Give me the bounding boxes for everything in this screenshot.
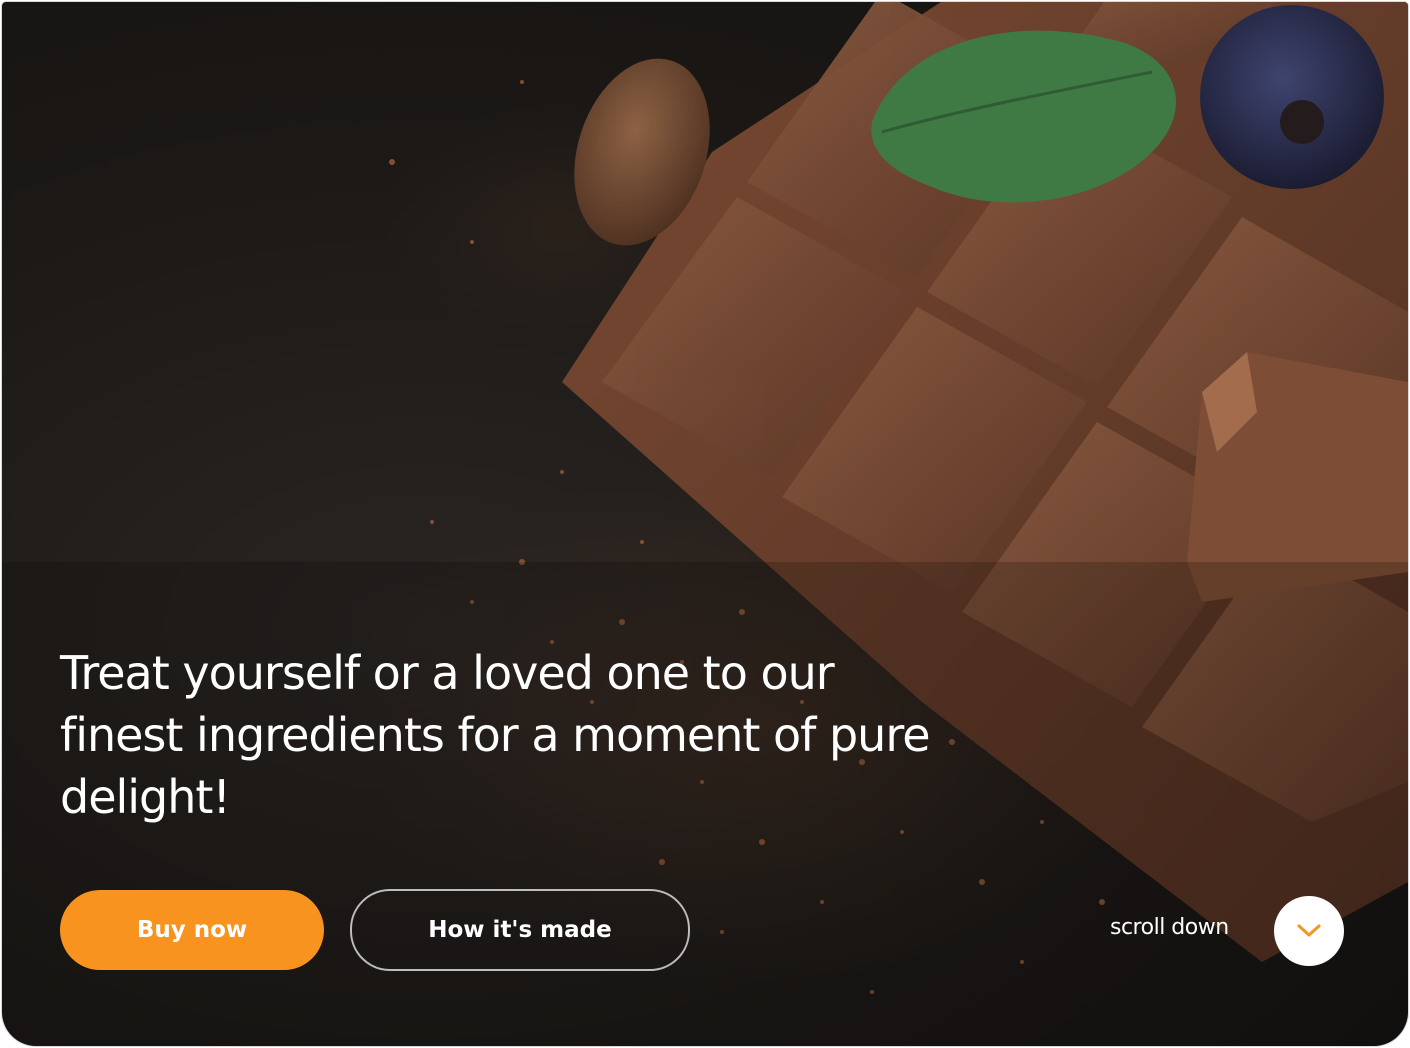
scroll-down-button[interactable] [1274,896,1344,966]
how-its-made-button[interactable]: How it's made [350,889,690,971]
scroll-down-label: scroll down [1110,915,1229,940]
hero-headline: Treat yourself or a loved one to our fin… [60,646,931,824]
buy-now-button[interactable]: Buy now [60,890,324,970]
hero-section: Treat yourself or a loved one to our fin… [2,2,1408,1046]
chevron-down-icon [1297,924,1321,937]
